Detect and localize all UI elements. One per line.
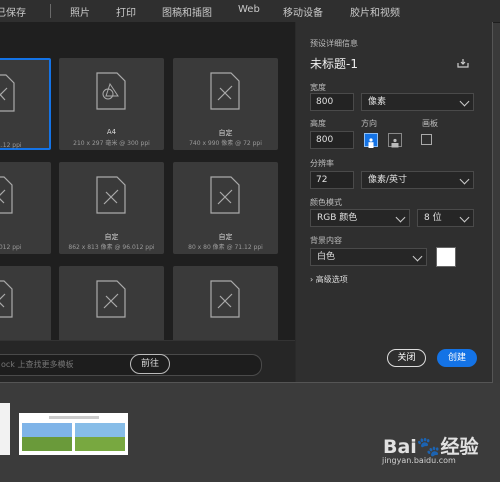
document-icon — [96, 72, 126, 110]
chevron-down-icon — [459, 212, 470, 223]
tab-film-video[interactable]: 胶片和视频 — [350, 4, 400, 19]
orientation-label: 方向 — [361, 119, 377, 128]
chevron-right-icon: › — [310, 275, 314, 284]
preset-size: 像素 @ 96.012 ppi — [0, 244, 22, 251]
preset-grid: 自定 像素 @ 71.12 ppi A4 210 x 297 毫米 @ 300 … — [0, 22, 295, 382]
width-input[interactable]: 800 — [310, 93, 354, 111]
document-icon — [0, 74, 15, 112]
advanced-options-toggle[interactable]: › 高级选项 — [310, 274, 348, 285]
go-button[interactable]: 前往 — [130, 354, 170, 374]
resolution-unit-value: 像素/英寸 — [368, 175, 408, 185]
landscape-icon — [391, 138, 399, 148]
preset-card[interactable]: 自定 740 x 990 像素 @ 72 ppi — [173, 58, 278, 150]
template-search-bar: ock 上查找更多模板 前往 — [0, 340, 295, 382]
tab-art-illustration[interactable]: 图稿和插图 — [162, 4, 212, 19]
document-icon — [0, 176, 13, 214]
chevron-down-icon — [412, 251, 423, 262]
tab-photo[interactable]: 照片 — [70, 4, 90, 19]
close-button[interactable]: 关闭 — [387, 349, 426, 367]
preset-name: 自定 — [104, 233, 119, 241]
portrait-orientation-button[interactable] — [364, 133, 378, 148]
document-icon — [96, 280, 126, 318]
document-icon — [210, 72, 240, 110]
width-unit-value: 像素 — [368, 97, 387, 107]
advanced-options-label: 高级选项 — [315, 275, 348, 284]
artboard-checkbox[interactable] — [421, 134, 432, 145]
bit-depth-value: 8 位 — [424, 213, 442, 223]
watermark-url: jingyan.baidu.com — [382, 456, 456, 465]
tab-saved[interactable]: 已保存 — [0, 4, 26, 19]
preset-size: 80 x 80 像素 @ 71.12 ppi — [188, 244, 263, 251]
bit-depth-select[interactable]: 8 位 — [417, 209, 474, 227]
save-preset-icon[interactable] — [457, 59, 469, 68]
details-header: 预设详细信息 — [310, 39, 358, 48]
document-canvas-edge — [0, 403, 10, 455]
document-title[interactable]: 未标题-1 — [310, 55, 358, 72]
preset-details-panel: 预设详细信息 未标题-1 宽度 800 像素 高度 800 方向 画板 分辨率 … — [296, 22, 492, 382]
preset-size: 740 x 990 像素 @ 72 ppi — [189, 140, 262, 147]
create-button[interactable]: 创建 — [437, 349, 477, 367]
preset-card[interactable]: 自定 像素 @ 71.12 ppi — [0, 58, 51, 150]
preset-size: 210 x 297 毫米 @ 300 ppi — [73, 140, 150, 147]
width-label: 宽度 — [310, 83, 326, 92]
chevron-down-icon — [395, 212, 406, 223]
document-icon — [210, 176, 240, 214]
background-select[interactable]: 白色 — [310, 248, 427, 266]
preset-name: 自定 — [0, 130, 45, 140]
height-input[interactable]: 800 — [310, 131, 354, 149]
resolution-input[interactable]: 72 — [310, 171, 354, 189]
resolution-unit-select[interactable]: 像素/英寸 — [361, 171, 474, 189]
background-value: 白色 — [317, 252, 336, 262]
width-unit-select[interactable]: 像素 — [361, 93, 474, 111]
tab-divider — [50, 4, 51, 18]
color-mode-label: 颜色模式 — [310, 198, 342, 207]
preset-name: 自定 — [218, 129, 233, 137]
height-label: 高度 — [310, 119, 326, 128]
landscape-photo — [19, 413, 128, 455]
tab-mobile[interactable]: 移动设备 — [283, 4, 323, 19]
preset-name: 自定 — [218, 233, 233, 241]
preset-card[interactable]: 自定 862 x 813 像素 @ 96.012 ppi — [59, 162, 164, 254]
preset-name: 定 — [0, 232, 43, 242]
landscape-orientation-button[interactable] — [388, 133, 402, 148]
artboard-label: 画板 — [422, 119, 438, 128]
preset-size: 862 x 813 像素 @ 96.012 ppi — [68, 244, 155, 251]
color-mode-value: RGB 颜色 — [317, 213, 358, 223]
chevron-down-icon — [459, 174, 470, 185]
top-tab-bar: 已保存 照片 打印 图稿和插图 Web 移动设备 胶片和视频 — [0, 0, 500, 23]
chevron-down-icon — [459, 96, 470, 107]
image-thumbnail[interactable] — [19, 413, 128, 455]
preset-card[interactable]: 自定 80 x 80 像素 @ 71.12 ppi — [173, 162, 278, 254]
background-color-swatch[interactable] — [436, 247, 456, 267]
tab-print[interactable]: 打印 — [116, 4, 136, 19]
new-document-dialog: 自定 像素 @ 71.12 ppi A4 210 x 297 毫米 @ 300 … — [0, 22, 493, 383]
preset-size: 像素 @ 71.12 ppi — [0, 142, 22, 149]
workspace-area: Bai🐾经验 jingyan.baidu.com — [0, 383, 500, 482]
document-icon — [96, 176, 126, 214]
search-placeholder: ock 上查找更多模板 — [1, 360, 74, 369]
baidu-jingyan-logo: Bai🐾经验 — [383, 436, 479, 458]
preset-name: A4 — [106, 128, 117, 136]
tab-web[interactable]: Web — [238, 4, 260, 15]
resolution-label: 分辨率 — [310, 159, 334, 168]
preset-card[interactable]: 定 像素 @ 96.012 ppi — [0, 162, 51, 254]
portrait-icon — [368, 138, 374, 148]
preset-card[interactable]: A4 210 x 297 毫米 @ 300 ppi — [59, 58, 164, 150]
document-icon — [210, 280, 240, 318]
document-icon — [0, 280, 13, 318]
color-mode-select[interactable]: RGB 颜色 — [310, 209, 410, 227]
background-label: 背景内容 — [310, 236, 342, 245]
